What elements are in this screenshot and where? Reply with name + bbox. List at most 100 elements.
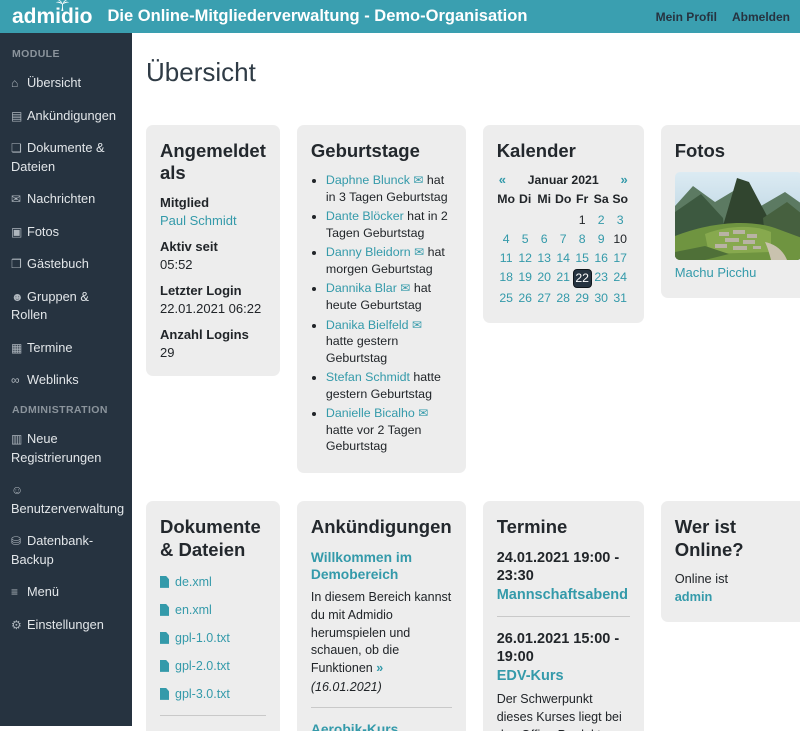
weekday-label: Mo [497, 191, 516, 208]
profile-link[interactable]: Paul Schmidt [160, 213, 266, 228]
top-header: admidio Die Online-Mitgliederverwaltung … [0, 0, 800, 33]
file-link[interactable]: gpl-3.0.txt [175, 687, 230, 701]
weekday-label: Do [554, 191, 573, 208]
mail-icon[interactable]: ✉ [418, 406, 428, 420]
sidebar-item-messages[interactable]: ✉Nachrichten [11, 190, 121, 209]
member-profile-link[interactable]: Danika Bielfeld [326, 318, 409, 332]
mail-icon[interactable]: ✉ [414, 245, 424, 259]
logout-link[interactable]: Abmelden [732, 10, 790, 24]
calendar-day-link[interactable]: 23 [592, 269, 611, 288]
sidebar-item-documents[interactable]: ❏Dokumente & Dateien [11, 139, 121, 176]
file-icon [160, 632, 169, 644]
calendar-day-selected[interactable]: 22 [573, 269, 592, 288]
calendar-day-link[interactable]: 19 [516, 269, 535, 288]
announcement-date: (16.01.2021) [311, 680, 452, 694]
calendar-day-link[interactable]: 3 [611, 212, 630, 229]
admidio-logo[interactable]: admidio [12, 6, 93, 27]
calendar-day-link[interactable]: 25 [497, 290, 516, 307]
member-profile-link[interactable]: Dante Blöcker [326, 209, 404, 223]
bars-icon: ≡ [11, 584, 27, 601]
sidebar-item-menu[interactable]: ≡Menü [11, 583, 121, 602]
photo-album-link[interactable]: Machu Picchu [675, 265, 757, 280]
calendar-day-link[interactable]: 28 [554, 290, 573, 307]
calendar-day-link[interactable]: 6 [535, 231, 554, 248]
sidebar-item-dates[interactable]: ▦Termine [11, 339, 121, 358]
event-link[interactable]: EDV-Kurs [497, 668, 630, 684]
calendar-day-link[interactable]: 20 [535, 269, 554, 288]
birthday-item: Danny Bleidorn ✉ hat morgen Geburtstag [326, 244, 452, 277]
calendar-day-link[interactable]: 30 [592, 290, 611, 307]
member-profile-link[interactable]: Dannika Blar [326, 281, 397, 295]
sidebar-item-database-backup[interactable]: ⛁Datenbank-Backup [11, 532, 121, 569]
organization-title: Die Online-Mitgliederverwaltung - Demo-O… [108, 7, 528, 26]
dashboard-grid: Angemeldet als MitgliedPaul SchmidtAktiv… [146, 125, 800, 731]
calendar-day-link[interactable]: 21 [554, 269, 573, 288]
calendar-day-link[interactable]: 29 [573, 290, 592, 307]
weekday-label: Fr [573, 191, 592, 208]
sidebar-item-overview[interactable]: ⌂Übersicht [11, 74, 121, 93]
sidebar-item-label: Gästebuch [27, 256, 89, 271]
birthday-item: Dante Blöcker hat in 2 Tagen Geburtstag [326, 208, 452, 241]
my-profile-link[interactable]: Mein Profil [656, 10, 717, 24]
weekday-label: So [611, 191, 630, 208]
calendar-day-link[interactable]: 2 [592, 212, 611, 229]
file-link[interactable]: de.xml [175, 575, 212, 589]
divider [311, 707, 452, 708]
calendar-day-link[interactable]: 24 [611, 269, 630, 288]
calendar-day-link[interactable]: 13 [535, 250, 554, 267]
calendar-day-link[interactable]: 17 [611, 250, 630, 267]
card-birthdays: Geburtstage Daphne Blunck ✉ hat in 3 Tag… [297, 125, 466, 473]
mail-icon[interactable]: ✉ [413, 173, 423, 187]
calendar-next-icon[interactable]: » [620, 172, 627, 187]
mail-icon[interactable]: ✉ [412, 318, 422, 332]
file-row: gpl-3.0.txt [160, 687, 266, 701]
member-profile-link[interactable]: Stefan Schmidt [326, 370, 410, 384]
calendar-day-link[interactable]: 15 [573, 250, 592, 267]
card-documents: Dokumente & Dateien de.xmlen.xmlgpl-1.0.… [146, 501, 280, 731]
read-more-link[interactable]: » [376, 661, 383, 675]
photo-thumbnail[interactable] [675, 172, 800, 260]
calendar-day-link[interactable]: 14 [554, 250, 573, 267]
calendar-day-link[interactable]: 12 [516, 250, 535, 267]
member-profile-link[interactable]: Danny Bleidorn [326, 245, 411, 259]
sidebar-item-groups[interactable]: ☻Gruppen & Rollen [11, 288, 121, 325]
link-icon: ∞ [11, 372, 27, 389]
calendar-day-link[interactable]: 7 [554, 231, 573, 248]
users-gear-icon: ☺ [11, 482, 27, 499]
mail-icon[interactable]: ✉ [400, 281, 410, 295]
file-link[interactable]: gpl-2.0.txt [175, 659, 230, 673]
calendar-day-link[interactable]: 27 [535, 290, 554, 307]
sidebar-item-preferences[interactable]: ⚙Einstellungen [11, 616, 121, 635]
sidebar-item-user-management[interactable]: ☺Benutzerverwaltung [11, 481, 121, 518]
event-link[interactable]: Mannschaftsabend [497, 587, 630, 603]
birthday-list: Daphne Blunck ✉ hat in 3 Tagen Geburtsta… [326, 172, 452, 454]
calendar-day-link[interactable]: 9 [592, 231, 611, 248]
field-label: Anzahl Logins [160, 327, 266, 342]
calendar-day-link[interactable]: 4 [497, 231, 516, 248]
calendar-day-link[interactable]: 31 [611, 290, 630, 307]
sidebar-item-label: Nachrichten [27, 191, 95, 206]
sidebar-item-guestbook[interactable]: ❒Gästebuch [11, 255, 121, 274]
file-link[interactable]: gpl-1.0.txt [175, 631, 230, 645]
file-row: de.xml [160, 575, 266, 589]
calendar-day-link[interactable]: 11 [497, 250, 516, 267]
calendar-day-link[interactable]: 16 [592, 250, 611, 267]
announcement-title-link[interactable]: Aerobik-Kurs [311, 721, 452, 731]
calendar-day-link[interactable]: 8 [573, 231, 592, 248]
announcement-title-link[interactable]: Willkommen im Demobereich [311, 549, 452, 583]
file-link[interactable]: en.xml [175, 603, 212, 617]
sidebar-item-registrations[interactable]: ▥Neue Registrierungen [11, 430, 121, 467]
member-profile-link[interactable]: Danielle Bicalho [326, 406, 415, 420]
calendar-day-link[interactable]: 18 [497, 269, 516, 288]
sidebar: MODULE⌂Übersicht▤Ankündigungen❏Dokumente… [0, 33, 132, 726]
calendar-prev-icon[interactable]: « [499, 172, 506, 187]
calendar-day-link[interactable]: 26 [516, 290, 535, 307]
sidebar-item-photos[interactable]: ▣Fotos [11, 223, 121, 242]
sidebar-item-announcements[interactable]: ▤Ankündigungen [11, 107, 121, 126]
sidebar-item-label: Einstellungen [27, 617, 104, 632]
sidebar-item-weblinks[interactable]: ∞Weblinks [11, 371, 121, 390]
divider [160, 715, 266, 716]
member-profile-link[interactable]: Daphne Blunck [326, 173, 410, 187]
calendar-day-link[interactable]: 5 [516, 231, 535, 248]
online-user-link[interactable]: admin [675, 589, 713, 604]
